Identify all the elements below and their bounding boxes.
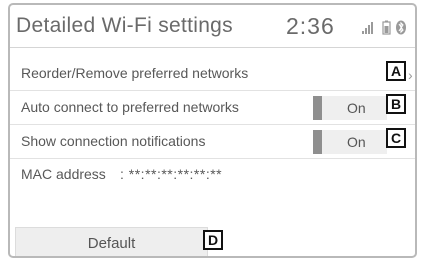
battery-icon [382,20,391,35]
reorder-networks-label: Reorder/Remove preferred networks [21,65,249,81]
callout-c: C [386,128,406,148]
chevron-right-icon: › [408,67,413,83]
auto-connect-toggle[interactable]: On [313,96,387,120]
callout-d: D [203,230,223,250]
clock: 2:36 [286,13,335,39]
auto-connect-row[interactable]: Auto connect to preferred networks On [10,91,415,125]
signal-bars-icon [362,22,373,34]
wifi-settings-screen: Detailed Wi‑Fi settings 2:36 Reorder/Rem… [8,3,417,258]
header-bar: Detailed Wi‑Fi settings 2:36 [10,5,415,48]
notifications-row[interactable]: Show connection notifications On [10,125,415,159]
reorder-networks-row[interactable]: Reorder/Remove preferred networks › [10,57,415,91]
callout-a: A [386,61,406,81]
auto-connect-label: Auto connect to preferred networks [21,99,239,115]
toggle-state: On [347,100,366,116]
toggle-indicator [313,96,322,120]
callout-b: B [386,94,406,114]
bluetooth-icon [396,20,406,35]
toggle-state: On [347,134,366,150]
default-button-label: Default [87,235,136,252]
default-button[interactable]: Default [15,227,208,256]
notifications-label: Show connection notifications [21,133,206,149]
notifications-toggle[interactable]: On [313,130,387,154]
mac-address-label: MAC address [21,166,106,182]
status-icons [362,20,406,35]
page-title: Detailed Wi‑Fi settings [16,14,233,37]
mac-address-value: : **:**:**:**:**:** [120,166,223,182]
toggle-indicator [313,130,322,154]
